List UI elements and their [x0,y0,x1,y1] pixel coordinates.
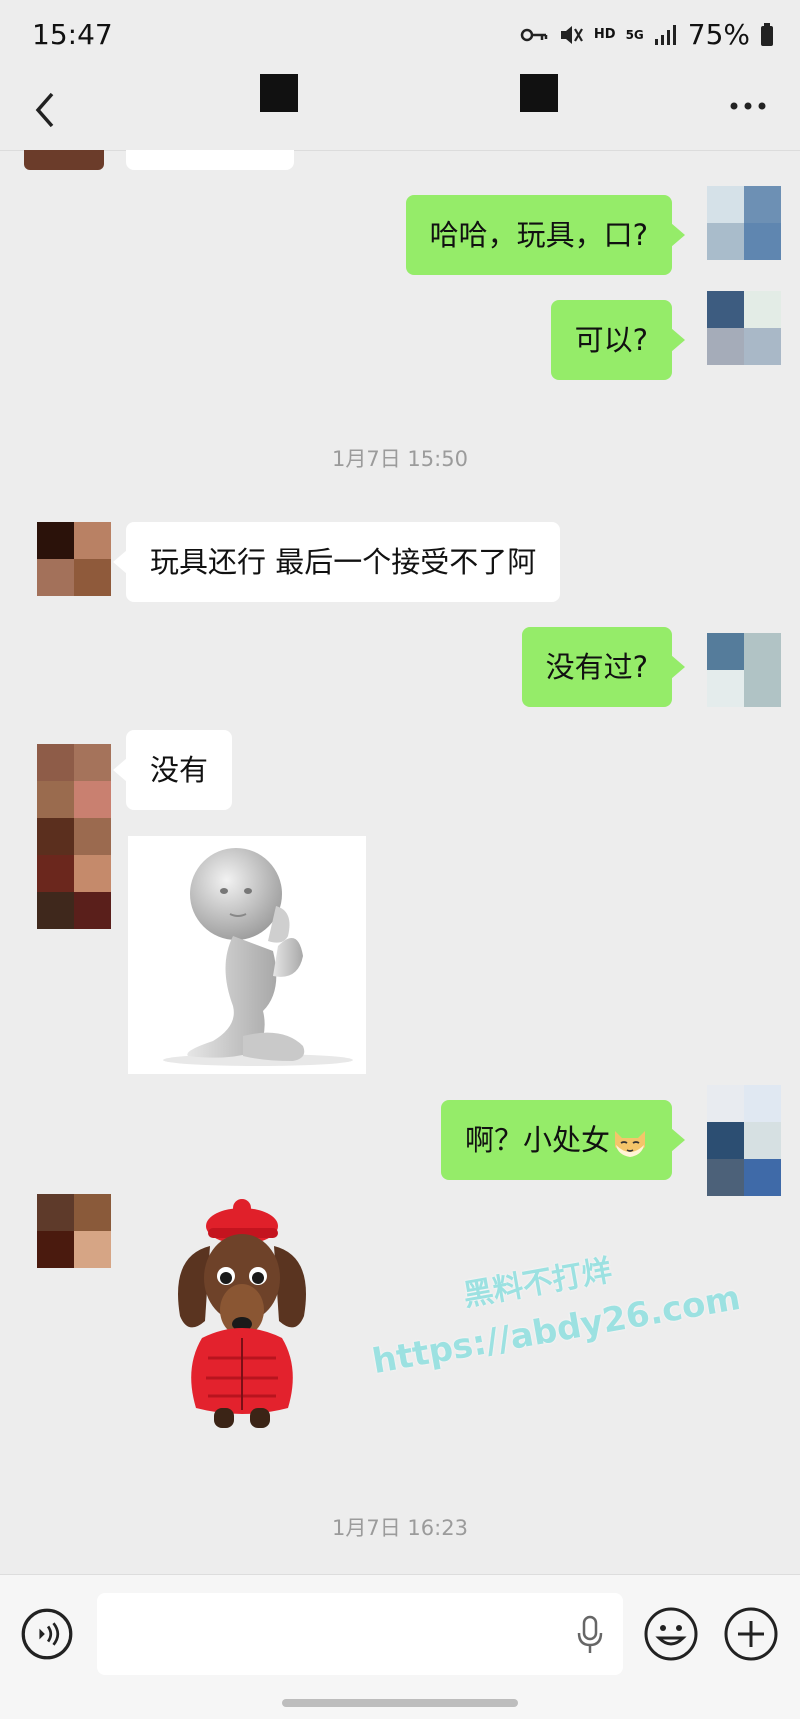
dog-image [178,1199,306,1428]
avatar-contact[interactable] [37,1194,111,1268]
emoji-icon[interactable] [643,1606,699,1662]
avatar-self[interactable] [707,633,781,707]
avatar-contact[interactable] [37,522,111,596]
chat-header [0,70,800,151]
battery-percent: 75% [687,18,750,51]
plus-icon[interactable] [723,1606,779,1662]
kneeling-figure-image [163,848,353,1066]
message-bubble-incoming[interactable]: 玩具还行 最后一个接受不了阿 [112,522,561,602]
bubble-partial [126,150,294,170]
microphone-icon[interactable] [575,1615,605,1655]
message-text: 啊？小处女 [464,1123,610,1157]
battery-icon [761,22,773,46]
more-dots-icon[interactable] [728,96,768,116]
kneeling-figure-sticker[interactable] [128,836,366,1074]
message-bubble-outgoing[interactable]: 哈哈，玩具，口? [405,195,686,275]
home-indicator[interactable] [282,1699,518,1707]
message-bubble-outgoing[interactable]: 可以? [550,300,686,380]
timestamp: 1月7日 16:23 [332,1516,468,1540]
signal-icon [654,24,676,45]
dog-in-red-jacket-sticker[interactable] [152,1198,342,1438]
input-bar [0,1574,800,1719]
network-hd-label: HD [593,27,616,42]
voice-toggle-icon[interactable] [20,1607,74,1661]
avatar-contact[interactable] [37,744,111,929]
redacted-title-block-left [260,74,298,112]
timestamp: 1月7日 15:50 [332,447,468,471]
avatar-self[interactable] [707,291,781,365]
avatar-partial [24,150,104,170]
message-bubble-outgoing[interactable]: 啊？小处女 [440,1100,686,1180]
avatar-self[interactable] [707,1085,781,1196]
status-icons: HD 5G 75% [520,18,774,51]
status-time: 15:47 [32,18,113,51]
network-5g-label: 5G [625,27,644,42]
mute-icon [560,25,583,44]
avatar-self[interactable] [707,186,781,260]
chevron-left-icon[interactable] [30,90,64,130]
message-bubble-outgoing[interactable]: 没有过? [521,627,686,707]
redacted-title-block-right [520,74,558,112]
cat-face-icon [615,1131,645,1157]
key-icon [520,28,548,41]
message-bubble-incoming[interactable]: 没有 [112,730,233,810]
status-bar: 15:47 HD 5G 75% [0,0,800,70]
message-list[interactable]: 哈哈，玩具，口? 可以? 1月7日 15:50 玩具还行 最后一个接受不了阿 没… [0,150,800,1574]
message-input[interactable] [97,1593,623,1675]
